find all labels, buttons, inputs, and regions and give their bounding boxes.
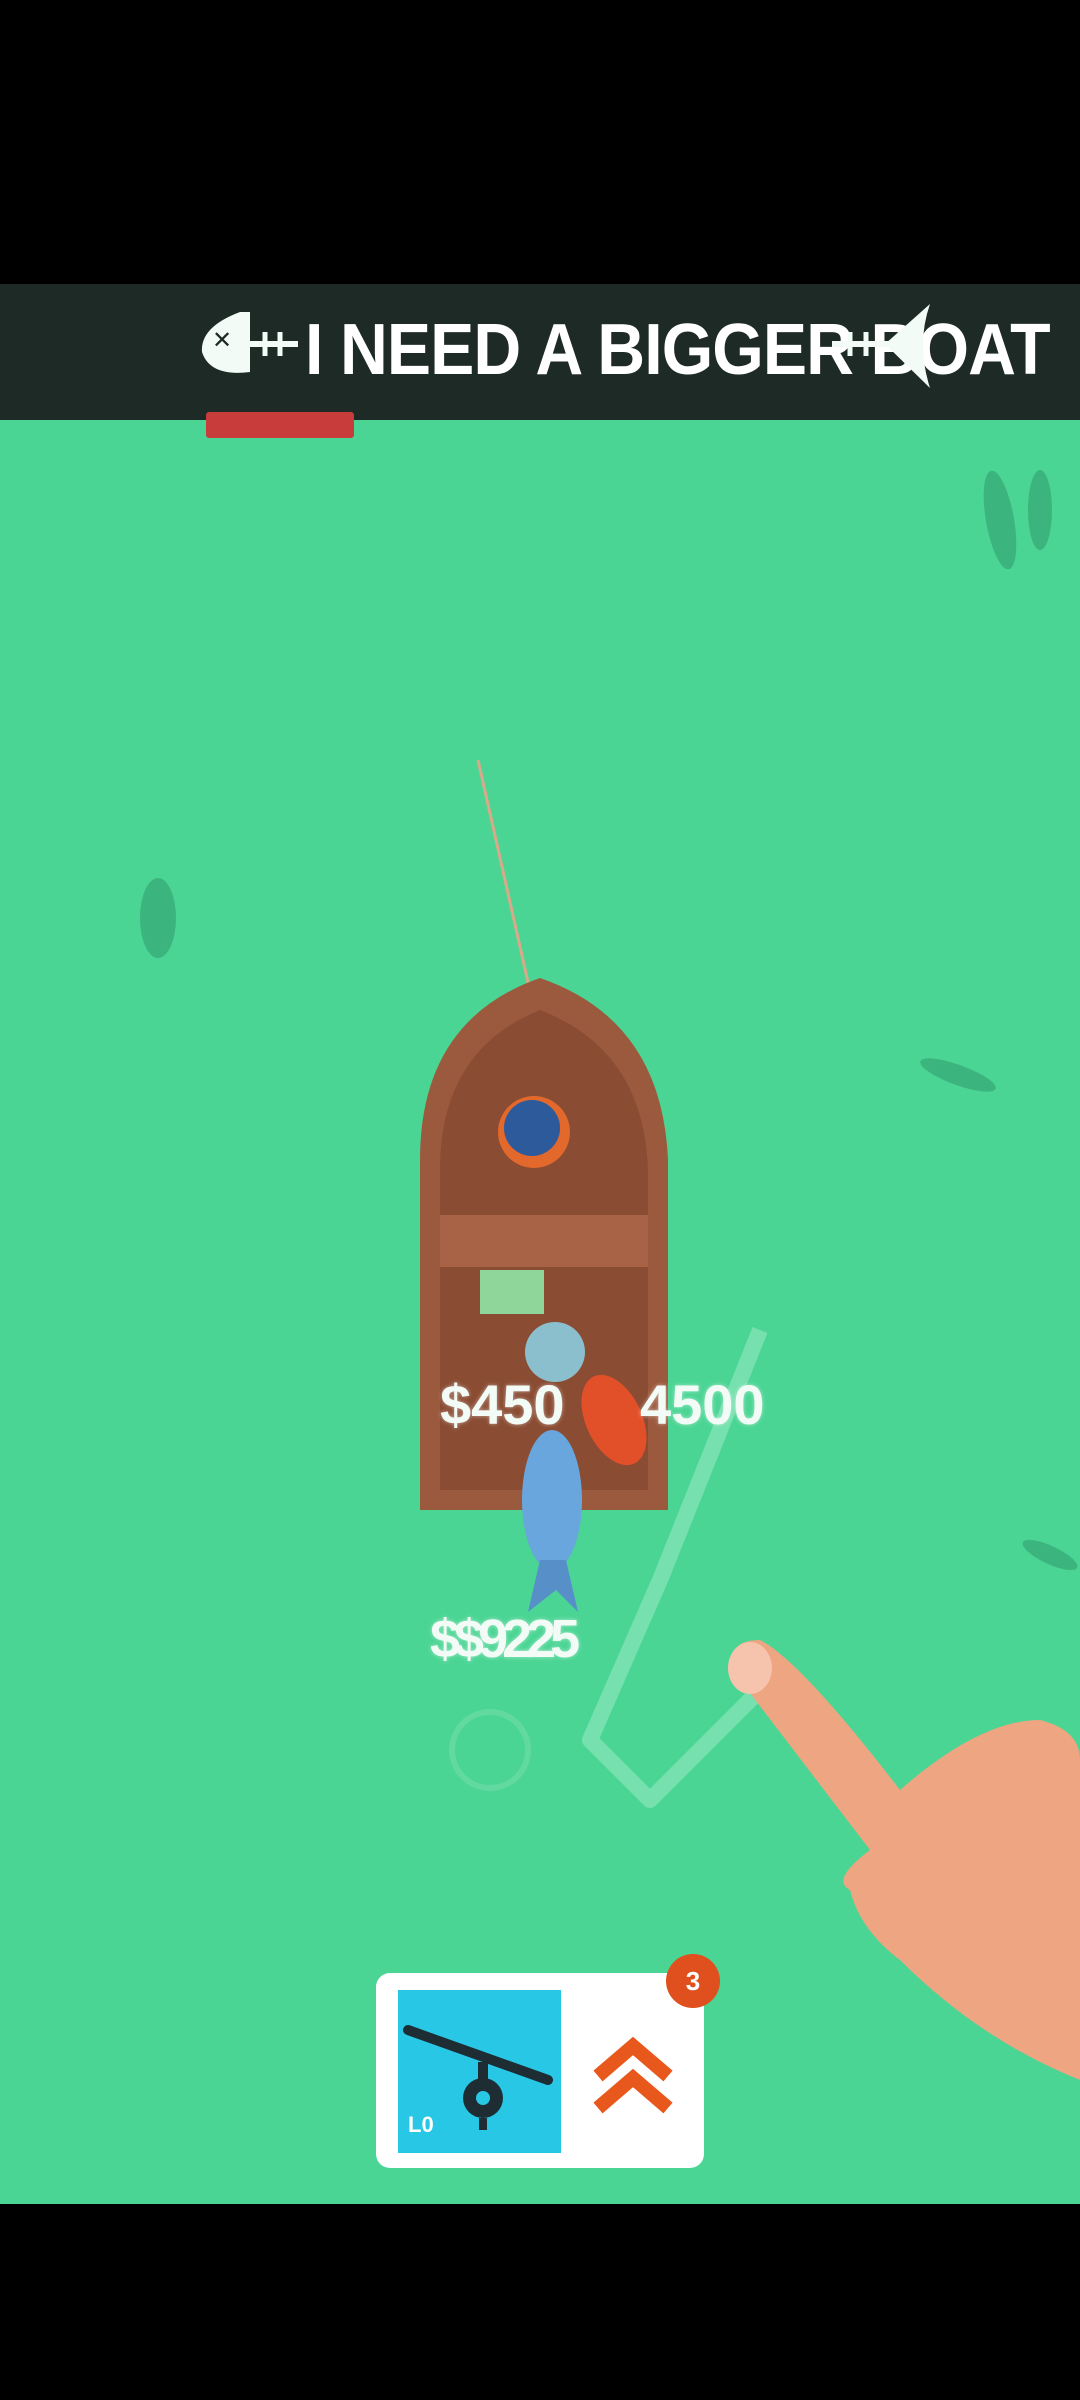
game-title: I NEED A BIGGER BOAT — [305, 310, 1051, 390]
fish-shadow-top-right-2 — [1028, 470, 1052, 550]
svg-text:✕: ✕ — [212, 326, 232, 354]
boat-bench — [440, 1215, 648, 1267]
boat-crate — [480, 1270, 544, 1314]
fish-skeleton-icon-right — [830, 292, 940, 402]
scene-svg — [140, 470, 1080, 2080]
pointing-hand — [728, 1640, 1080, 2080]
money-popup-left: $450 — [440, 1373, 565, 1436]
fisherman-hat — [504, 1100, 560, 1156]
fish-shadow-top-right — [983, 470, 1017, 570]
double-chevron-up-icon[interactable] — [588, 2030, 678, 2120]
rod-level-label: L0 — [408, 2112, 434, 2137]
fish-shadow-left — [140, 878, 176, 958]
caught-blue-fish — [522, 1430, 582, 1612]
fish-skeleton-icon-left: ✕ — [190, 292, 300, 402]
notification-tag — [206, 412, 354, 438]
bottom-black-bar — [0, 2204, 1080, 2400]
money-popup-right: 4500 — [640, 1373, 765, 1436]
money-popup-lower: $$9225 — [430, 1609, 580, 1669]
fish-shadow-edge — [1022, 1539, 1078, 1571]
upgrade-count-badge: 3 — [666, 1954, 720, 2008]
top-black-bar — [0, 0, 1080, 284]
fish-shadow-right — [920, 1058, 996, 1092]
ripple — [449, 1709, 531, 1791]
ocean-water — [0, 284, 1080, 2204]
